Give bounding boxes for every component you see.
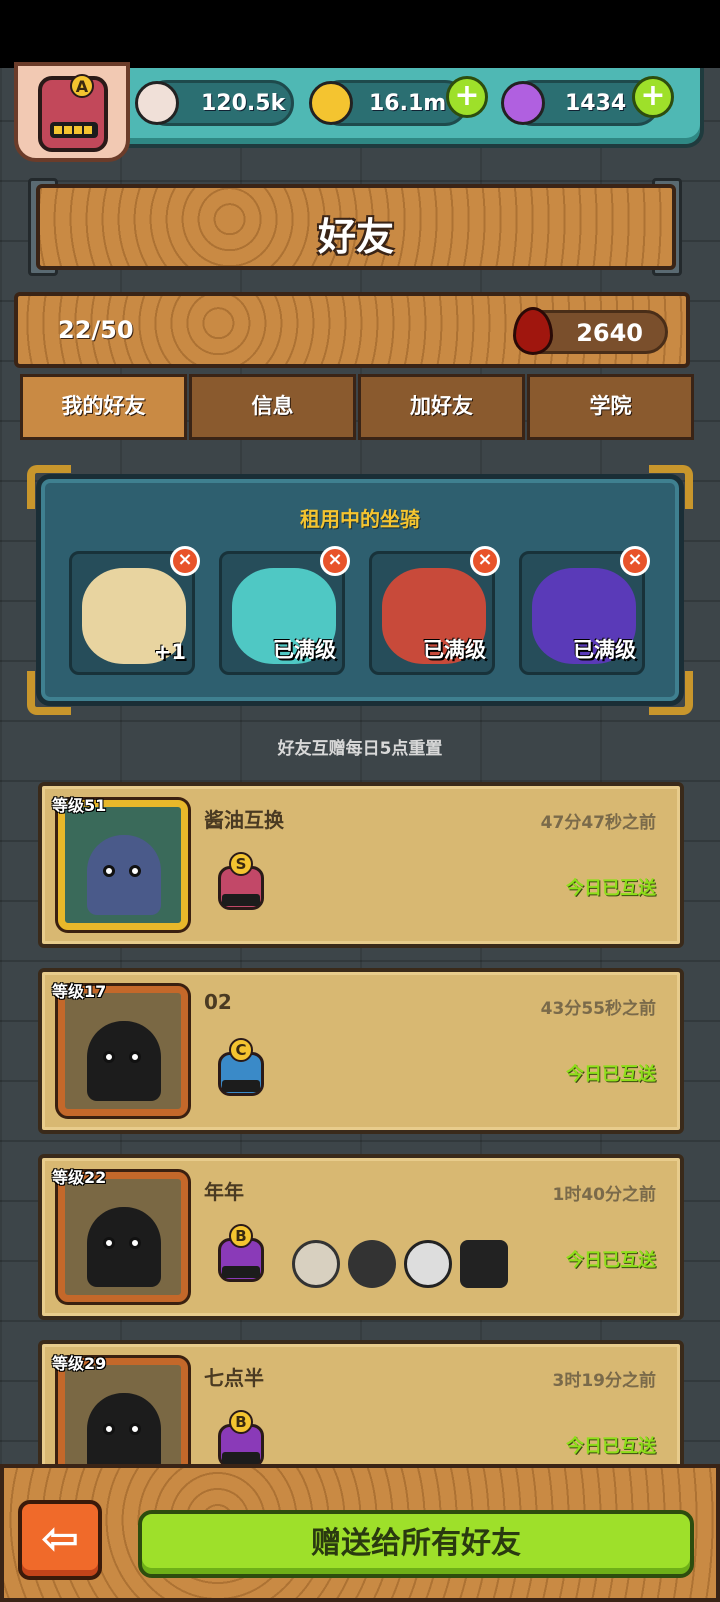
- close-icon[interactable]: ×: [320, 546, 350, 576]
- mount-label: 已满级: [273, 638, 336, 662]
- friend-count: 22/50: [58, 316, 134, 344]
- friend-rank-badge: S: [212, 852, 270, 922]
- mount-slot[interactable]: 已满级 ×: [219, 546, 350, 675]
- page-title: 好友: [317, 215, 394, 259]
- panel-corner: [27, 671, 71, 715]
- friend-last-seen: 3时19分之前: [552, 1371, 657, 1391]
- add-coins-button[interactable]: +: [446, 76, 488, 118]
- gift-all-friends-button[interactable]: 赠送给所有好友: [138, 1510, 694, 1578]
- friend-rank-badge: C: [212, 1038, 270, 1108]
- monster-face: [87, 835, 161, 915]
- mount-label: +1: [153, 640, 186, 664]
- friend-name: 七点半: [204, 1366, 264, 1390]
- mount-label: 已满级: [573, 638, 636, 662]
- friend-level: 等级51: [52, 796, 107, 815]
- tab-academy[interactable]: 学院: [527, 374, 694, 440]
- friend-avatar: [58, 800, 188, 930]
- mount-thumbnail-icon: [292, 1240, 340, 1288]
- coin-icon: [309, 81, 353, 125]
- gift-status: 今日已互送: [566, 1436, 656, 1457]
- friend-last-seen: 43分55秒之前: [540, 999, 656, 1019]
- potion-icon: [501, 81, 545, 125]
- back-button[interactable]: ⇦: [18, 1500, 102, 1580]
- friend-rank: S: [229, 852, 253, 876]
- friend-rank: B: [229, 1224, 253, 1248]
- reset-note: 好友互赠每日5点重置: [277, 739, 443, 759]
- currency-bar: 120.5k 16.1m + 1434 +: [110, 68, 704, 148]
- friend-avatar: [58, 1172, 188, 1302]
- mount-slot[interactable]: +1 ×: [69, 546, 200, 675]
- friend-card[interactable]: 等级17 02 43分55秒之前 C 今日已互送: [38, 968, 684, 1134]
- friend-level: 等级17: [52, 982, 107, 1001]
- coin-count: 16.1m: [369, 91, 447, 116]
- tab-my-friends[interactable]: 我的好友: [20, 374, 187, 440]
- status-bar: [0, 0, 720, 68]
- friend-last-seen: 47分47秒之前: [540, 813, 656, 833]
- friend-name: 02: [204, 990, 232, 1014]
- mount-slot[interactable]: 已满级 ×: [369, 546, 500, 675]
- tab-bar: 我的好友 信息 加好友 学院: [20, 374, 696, 440]
- player-level-bar: [50, 122, 98, 138]
- monster-face: [87, 1393, 161, 1473]
- close-icon[interactable]: ×: [470, 546, 500, 576]
- player-rank: A: [70, 74, 94, 98]
- skull-mount-icon: [404, 1240, 452, 1288]
- friend-card[interactable]: 等级22 年年 1时40分之前 B 今日已互送: [38, 1154, 684, 1320]
- mount-slot[interactable]: 已满级 ×: [519, 546, 650, 675]
- potion-count: 1434: [565, 91, 627, 116]
- friend-avatar: [58, 986, 188, 1116]
- blood-drop-icon: [513, 307, 553, 355]
- player-avatar: A: [38, 74, 108, 152]
- monster-face: [87, 1021, 161, 1101]
- rented-mounts-panel: 租用中的坐骑 +1 × 已满级 × 已满级 × 已满级 ×: [27, 465, 693, 715]
- title-plank: 好友: [36, 184, 676, 270]
- friend-rank-badge: B: [212, 1224, 270, 1294]
- bottom-bar: ⇦ 赠送给所有好友: [0, 1464, 720, 1602]
- tank-mount-icon: [460, 1240, 508, 1288]
- eyeball-count: 120.5k: [201, 91, 286, 116]
- mount-label: 已满级: [423, 638, 486, 662]
- close-icon[interactable]: ×: [170, 546, 200, 576]
- eyeball-icon: [135, 81, 179, 125]
- friend-level: 等级29: [52, 1354, 107, 1373]
- eyeball-resource: 120.5k: [135, 80, 294, 126]
- friend-card[interactable]: 等级51 酱油互换 47分47秒之前 S 今日已互送: [38, 782, 684, 948]
- friend-rank: C: [229, 1038, 253, 1062]
- close-icon[interactable]: ×: [620, 546, 650, 576]
- coin-resource: 16.1m: [309, 80, 468, 126]
- gift-status: 今日已互送: [566, 1250, 656, 1271]
- gift-status: 今日已互送: [566, 1064, 656, 1085]
- friend-name: 年年: [204, 1180, 244, 1204]
- friend-level: 等级22: [52, 1168, 107, 1187]
- tab-add-friend[interactable]: 加好友: [358, 374, 525, 440]
- friend-rank: B: [229, 1410, 253, 1434]
- friend-name: 酱油互换: [204, 808, 284, 832]
- friend-last-seen: 1时40分之前: [552, 1185, 657, 1205]
- mounts-title: 租用中的坐骑: [300, 507, 420, 531]
- panel-corner: [649, 671, 693, 715]
- add-potions-button[interactable]: +: [632, 76, 674, 118]
- friend-counter-plank: 22/50 2640: [14, 292, 690, 368]
- blood-count: 2640: [576, 319, 643, 347]
- monster-face: [87, 1207, 161, 1287]
- gift-status: 今日已互送: [566, 878, 656, 899]
- blood-resource: 2640: [513, 307, 668, 355]
- tab-messages[interactable]: 信息: [189, 374, 356, 440]
- player-profile-button[interactable]: A: [14, 62, 130, 162]
- tree-mount-icon: [348, 1240, 396, 1288]
